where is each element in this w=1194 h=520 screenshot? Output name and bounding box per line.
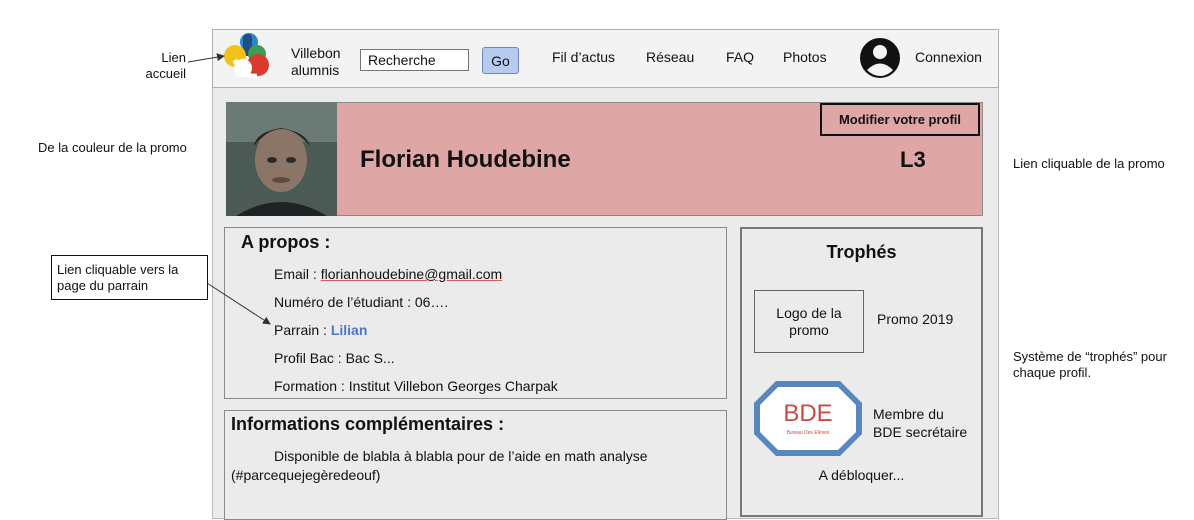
annotation-arrows: [187, 53, 271, 325]
arrow-to-sponsor: [206, 282, 271, 325]
arrow-to-home-logo: [187, 53, 225, 63]
